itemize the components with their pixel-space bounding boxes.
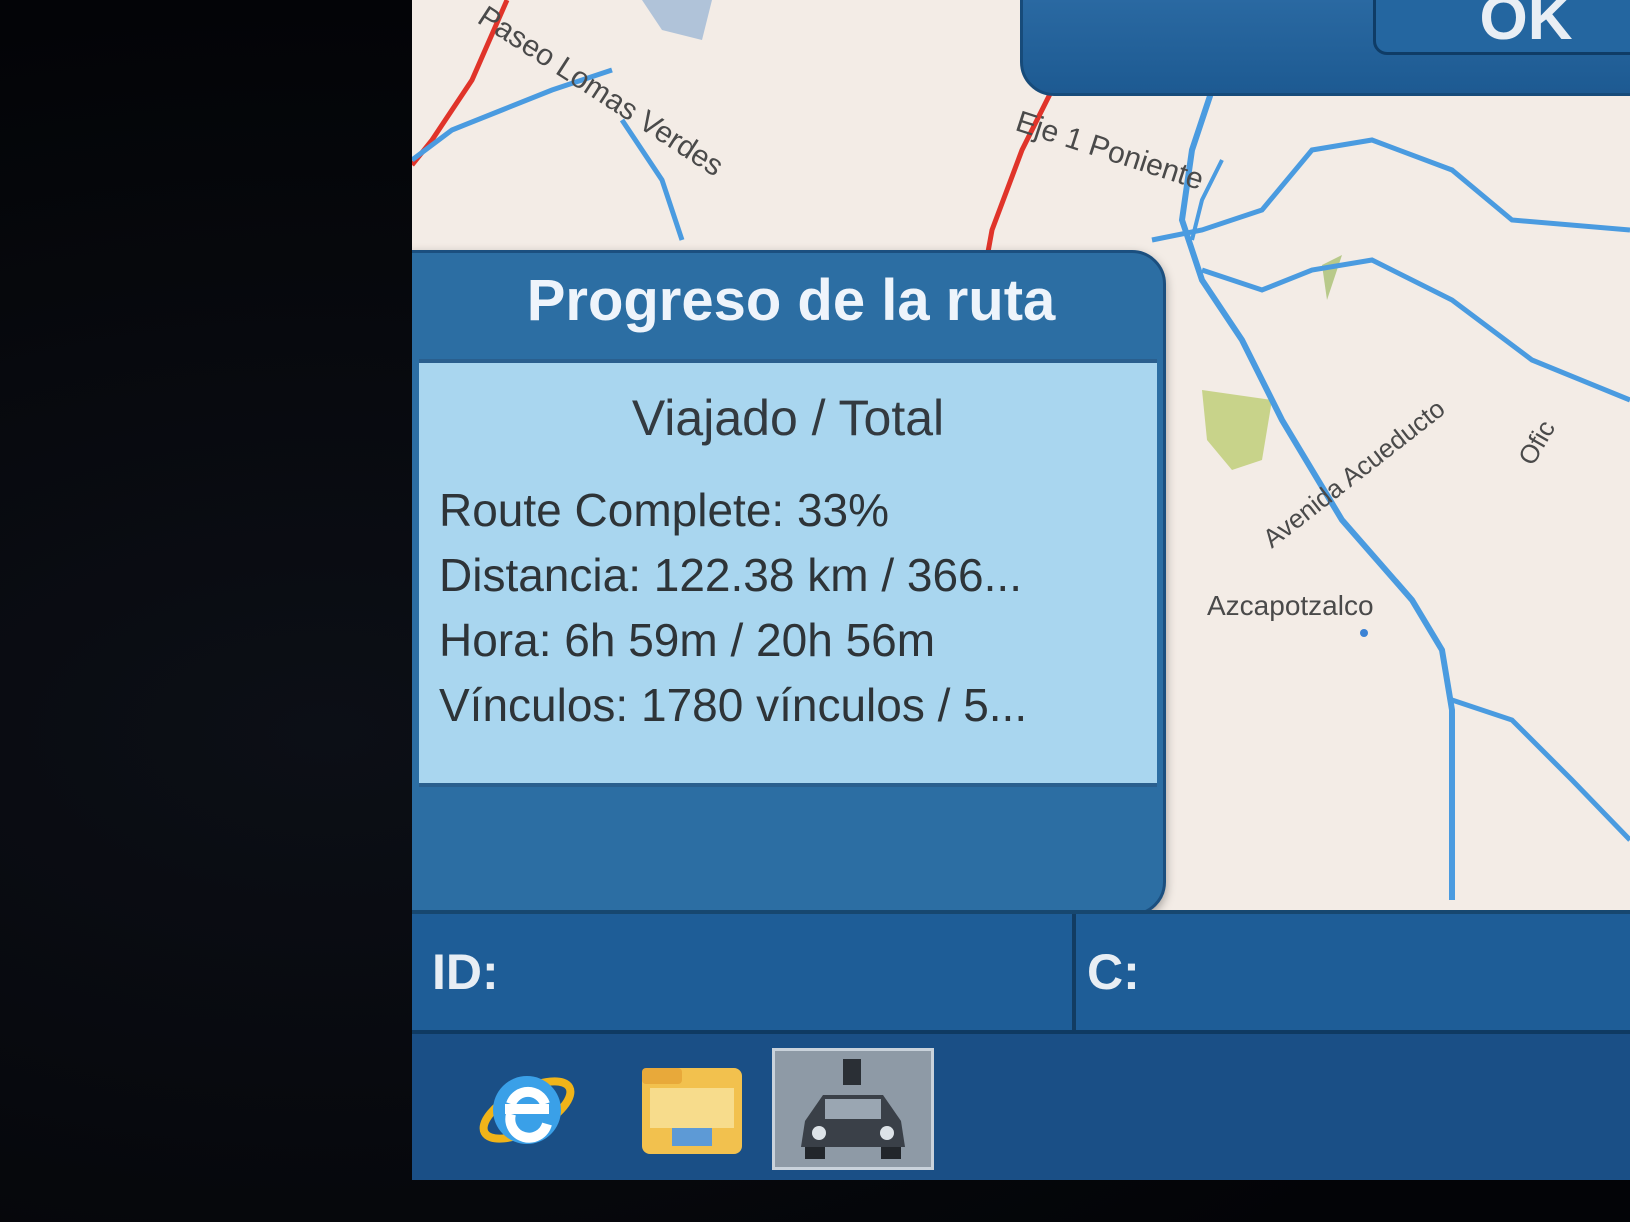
route-progress-dialog: Progreso de la ruta Viajado / Total Rout… <box>412 250 1166 916</box>
dialog-body: Viajado / Total Route Complete: 33% Dist… <box>419 359 1157 787</box>
links-stat: Vínculos: 1780 vínculos / 5... <box>439 679 1028 731</box>
ok-button[interactable]: OK <box>1373 0 1630 55</box>
c-field: C: <box>1087 944 1140 1000</box>
id-field: ID: <box>432 944 499 1000</box>
internet-explorer-icon[interactable] <box>467 1048 587 1168</box>
folder-icon[interactable] <box>632 1048 752 1168</box>
top-action-bar: OK <box>1020 0 1630 96</box>
taskbar <box>412 1030 1630 1180</box>
place-marker <box>1360 629 1368 637</box>
status-bar: ID: C: <box>412 910 1630 1034</box>
route-complete-stat: Route Complete: 33% <box>439 484 890 536</box>
place-label: Azcapotzalco <box>1207 590 1374 621</box>
dialog-title: Progreso de la ruta <box>526 268 1056 333</box>
dialog-subtitle: Viajado / Total <box>631 390 945 446</box>
car-navigation-icon[interactable] <box>772 1048 934 1170</box>
distance-stat: Distancia: 122.38 km / 366... <box>439 549 1022 601</box>
time-stat: Hora: 6h 59m / 20h 56m <box>439 614 936 666</box>
device-screen: Paseo Lomas Verdes Eje 1 Poniente Avenid… <box>412 0 1630 1180</box>
status-divider <box>1072 914 1076 1034</box>
